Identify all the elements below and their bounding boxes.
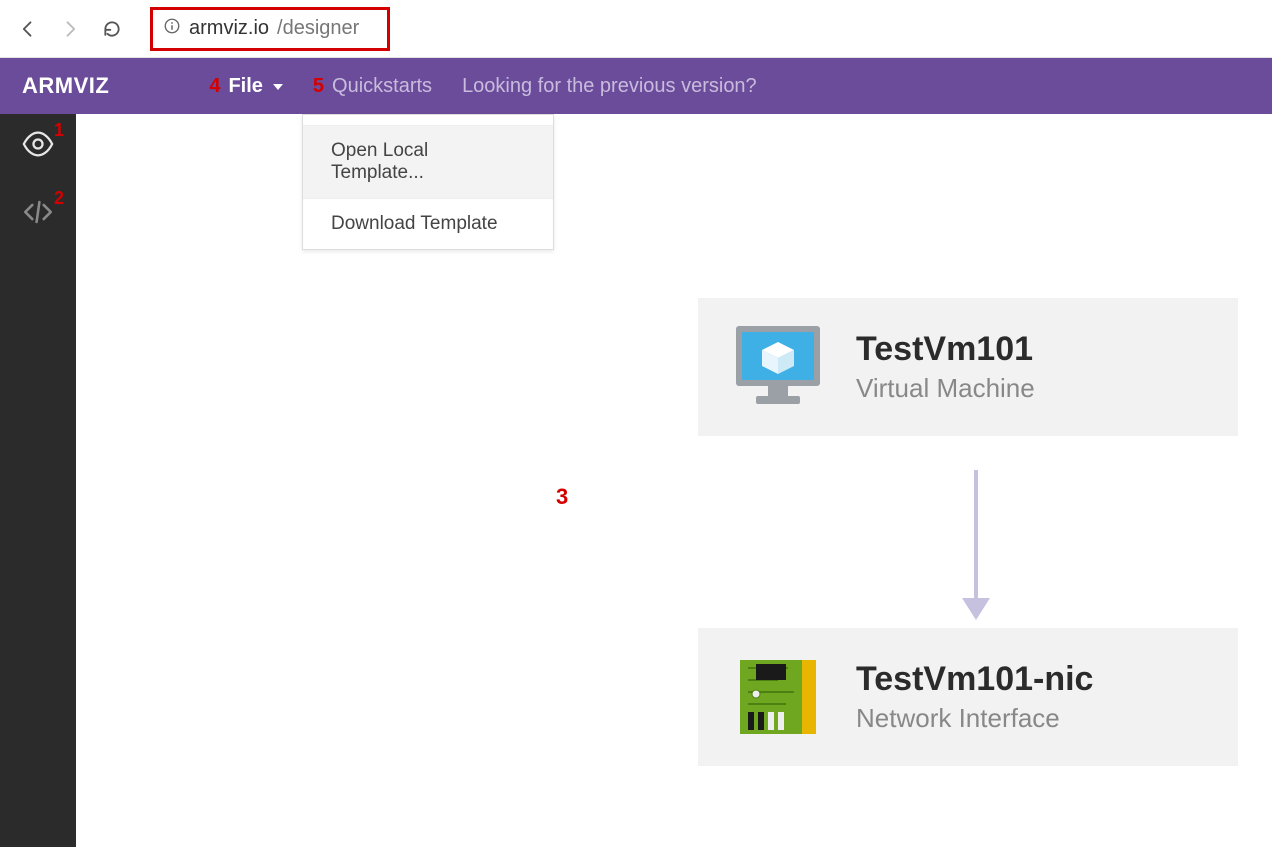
- caret-down-icon: [273, 84, 283, 90]
- menu-file-label: File: [228, 75, 262, 98]
- info-icon: [163, 17, 181, 40]
- annotation-4: 4: [209, 75, 220, 98]
- menu-file[interactable]: 4 File: [209, 75, 283, 98]
- menu-quickstarts[interactable]: 5 Quickstarts: [313, 75, 432, 98]
- resource-card-nic[interactable]: TestVm101-nic Network Interface: [698, 628, 1238, 766]
- main-menu: 4 File 5 Quickstarts Looking for the pre…: [209, 75, 756, 98]
- back-button[interactable]: [18, 19, 38, 39]
- url-path: /designer: [277, 17, 359, 40]
- vm-icon: [728, 320, 828, 414]
- menu-open-local-template[interactable]: Open Local Template...: [303, 125, 553, 198]
- eye-icon: [21, 127, 55, 166]
- nic-icon: [728, 650, 828, 744]
- browser-toolbar: armviz.io/designer: [0, 0, 1272, 58]
- previous-version-link[interactable]: Looking for the previous version?: [462, 75, 757, 98]
- connector-line: [974, 470, 978, 600]
- designer-canvas[interactable]: Open Local Template... Download Template…: [76, 114, 1272, 847]
- annotation-2: 2: [54, 188, 64, 209]
- menu-download-template[interactable]: Download Template: [303, 198, 553, 249]
- menu-quickstarts-label: Quickstarts: [332, 75, 432, 98]
- address-bar[interactable]: armviz.io/designer: [150, 7, 390, 51]
- view-code-button[interactable]: 2: [18, 194, 58, 234]
- previous-version-label: Looking for the previous version?: [462, 75, 757, 98]
- resource-type: Virtual Machine: [856, 373, 1035, 404]
- dropdown-spacer: [303, 115, 553, 125]
- brand-logo[interactable]: ARMVIZ: [22, 73, 109, 99]
- annotation-5: 5: [313, 75, 324, 98]
- nav-arrows: [18, 19, 122, 39]
- workspace: 1 2 Open Local Template... Download Temp…: [0, 114, 1272, 847]
- connector-arrowhead-icon: [962, 598, 990, 620]
- resource-name: TestVm101-nic: [856, 660, 1093, 699]
- view-designer-button[interactable]: 1: [18, 126, 58, 166]
- forward-button[interactable]: [60, 19, 80, 39]
- reload-button[interactable]: [102, 19, 122, 39]
- resource-card-vm[interactable]: TestVm101 Virtual Machine: [698, 298, 1238, 436]
- annotation-1: 1: [54, 120, 64, 141]
- annotation-3: 3: [556, 484, 568, 510]
- resource-titles: TestVm101-nic Network Interface: [856, 660, 1093, 734]
- file-dropdown: Open Local Template... Download Template: [302, 114, 554, 250]
- left-rail: 1 2: [0, 114, 76, 847]
- resource-type: Network Interface: [856, 703, 1093, 734]
- code-icon: [21, 195, 55, 234]
- url-host: armviz.io: [189, 17, 269, 40]
- resource-titles: TestVm101 Virtual Machine: [856, 330, 1035, 404]
- resource-name: TestVm101: [856, 330, 1035, 369]
- app-header: ARMVIZ 4 File 5 Quickstarts Looking for …: [0, 58, 1272, 114]
